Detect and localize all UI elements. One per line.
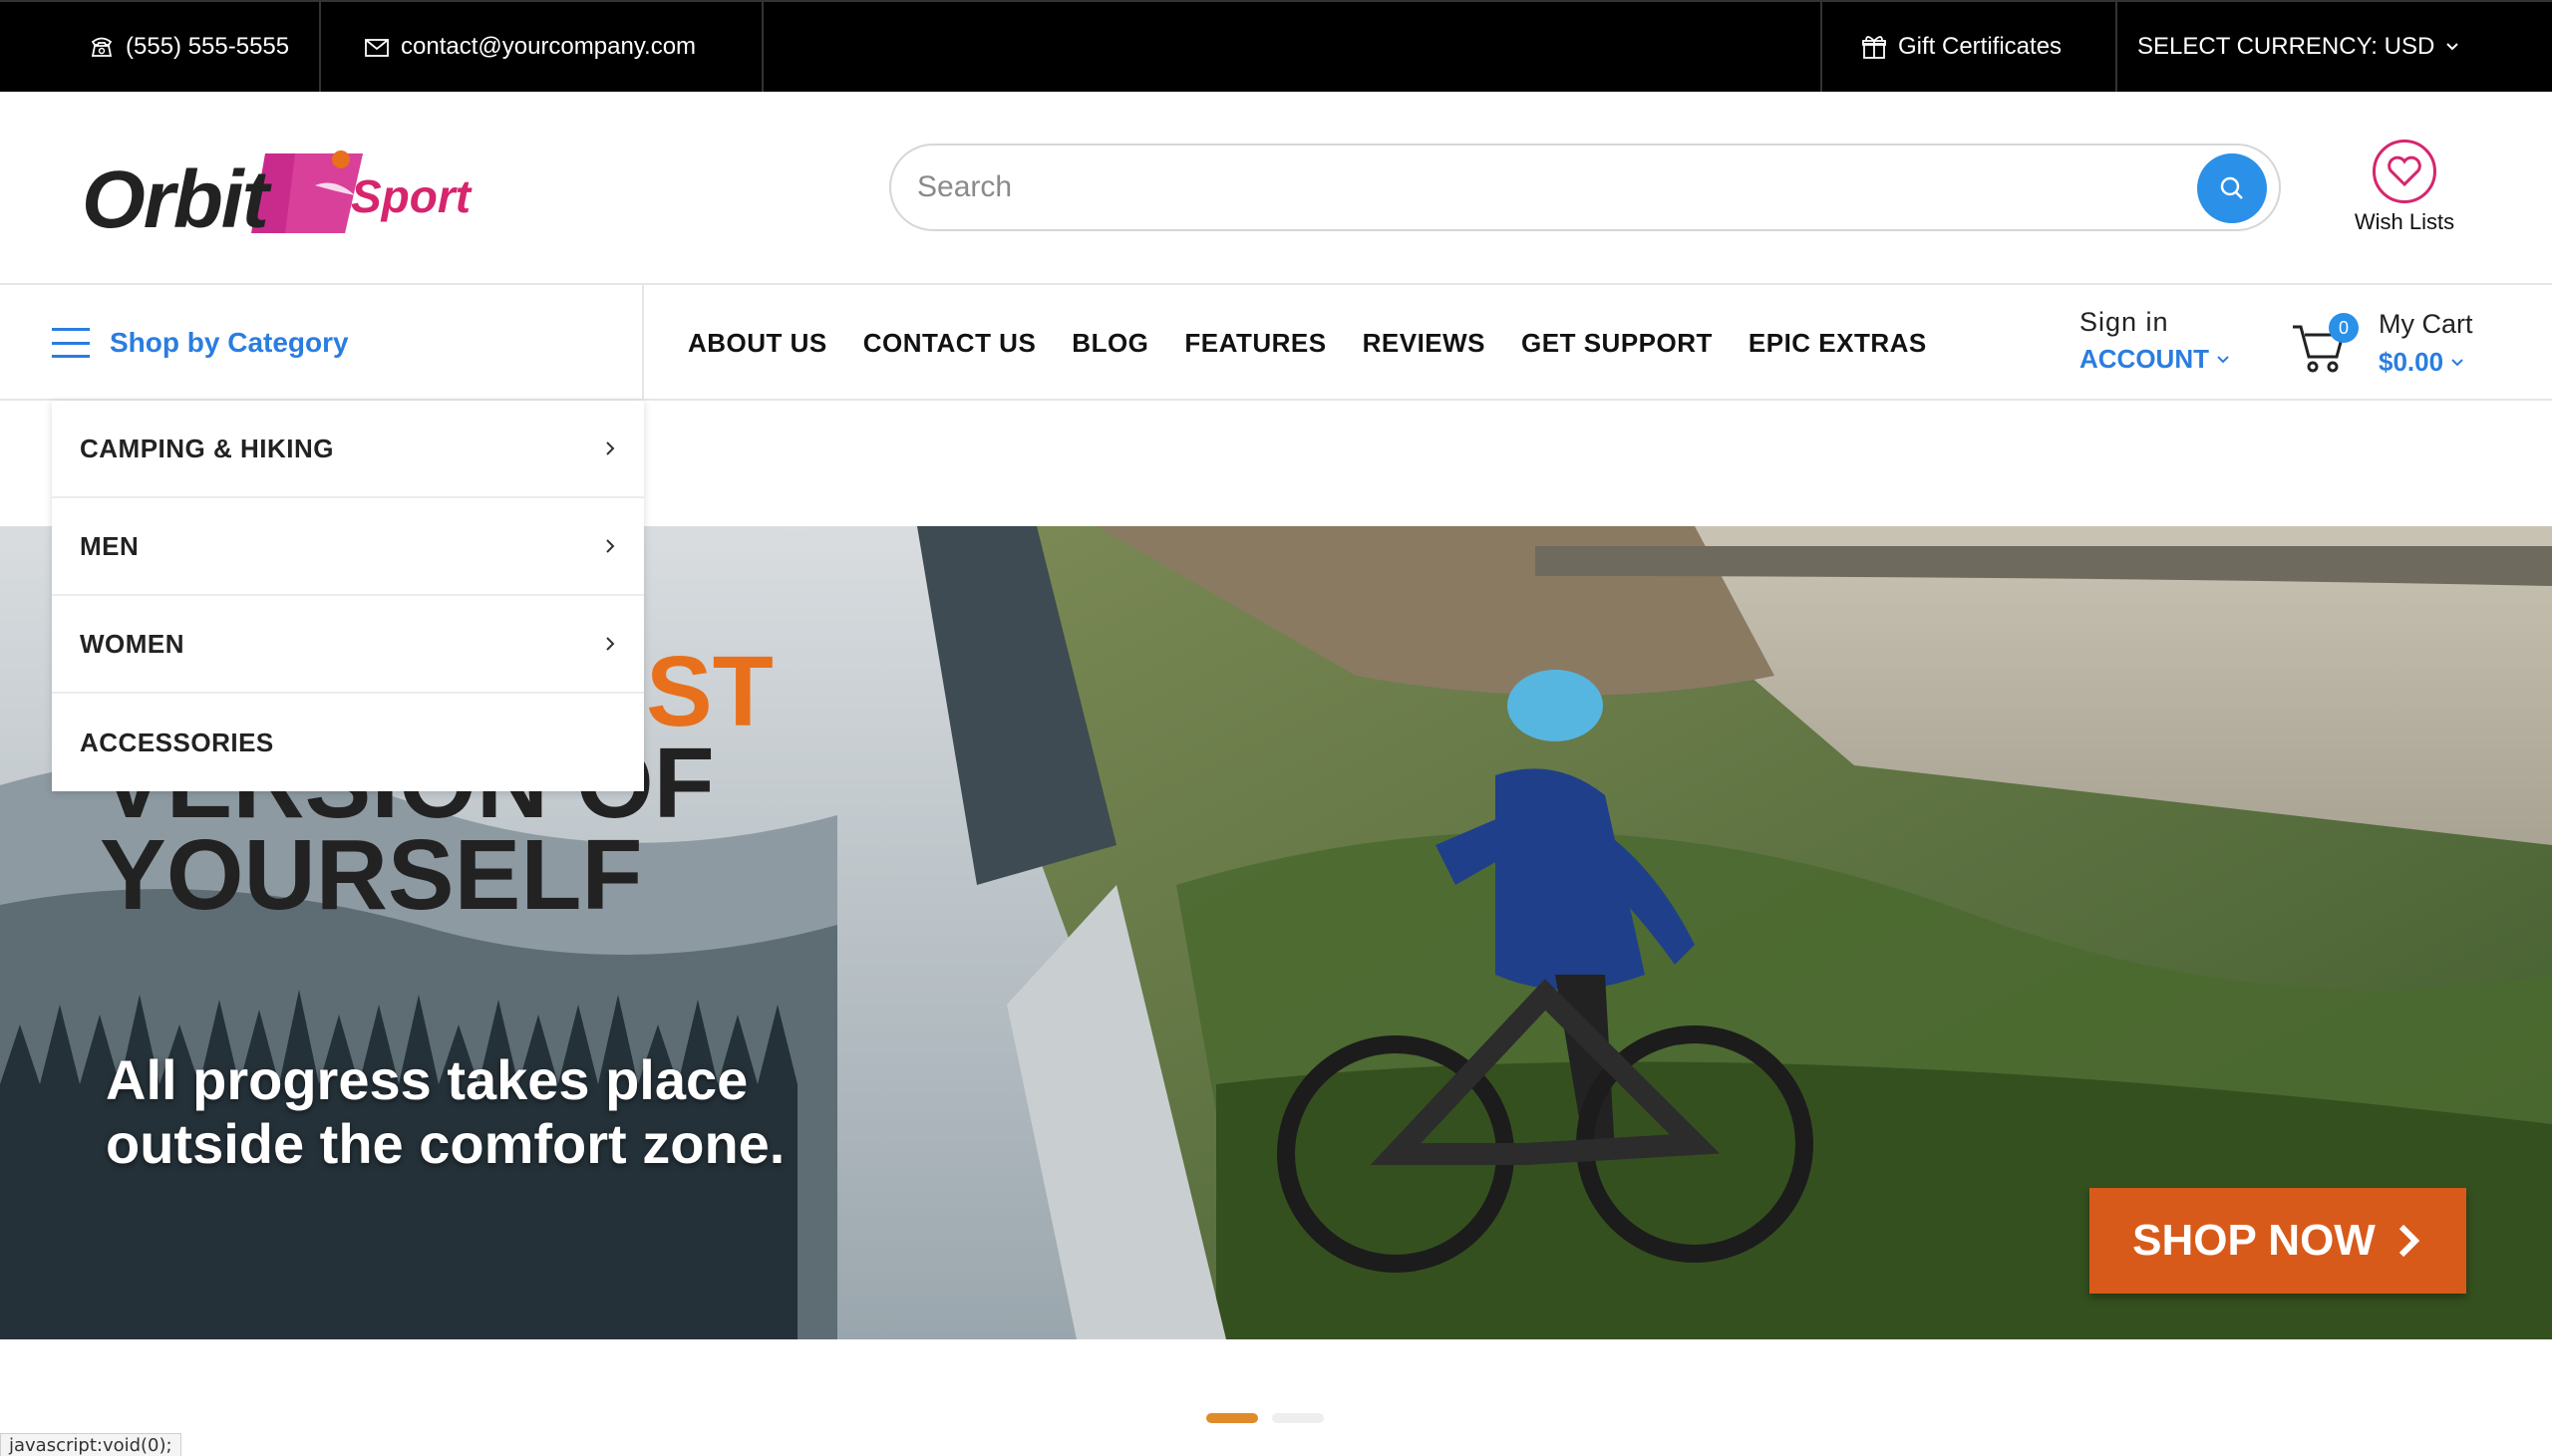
account-dropdown[interactable]: ACCOUNT [2079, 344, 2259, 375]
wishlist-label: Wish Lists [2354, 209, 2455, 234]
category-label: ACCESSORIES [80, 727, 274, 757]
phone-number: (555) 555-5555 [126, 33, 290, 60]
main-menu: ABOUT US CONTACT US BLOG FEATURES REVIEW… [688, 285, 1927, 401]
category-men[interactable]: MEN [52, 498, 644, 596]
nav-epic-extras[interactable]: EPIC EXTRAS [1749, 328, 1927, 359]
gift-certificates-link[interactable]: Gift Certificates [1822, 2, 2117, 92]
hero-subheadline: All progress takes place outside the com… [106, 1048, 785, 1176]
hero-headline-line3: YOURSELF [100, 819, 643, 931]
shop-by-category-label: Shop by Category [110, 327, 349, 358]
phone-contact[interactable]: (555) 555-5555 [0, 2, 321, 92]
wishlist-badge [2373, 140, 2436, 203]
category-label: CAMPING & HIKING [80, 433, 334, 463]
envelope-icon [365, 39, 389, 57]
category-accessories[interactable]: ACCESSORIES [52, 694, 644, 791]
shop-now-label: SHOP NOW [2132, 1216, 2376, 1265]
chevron-right-icon [2398, 1224, 2420, 1258]
hamburger-icon [52, 328, 90, 358]
slider-dot-1[interactable] [1206, 1413, 1258, 1423]
sign-in-label: Sign in [2079, 307, 2169, 337]
search-button[interactable] [2197, 153, 2267, 223]
category-label: MEN [80, 530, 140, 561]
nav-features[interactable]: FEATURES [1184, 328, 1326, 359]
logo-wordmark: Orbit [82, 154, 269, 245]
nav-blog[interactable]: BLOG [1072, 328, 1148, 359]
category-camping-hiking[interactable]: CAMPING & HIKING [52, 401, 644, 498]
chevron-right-icon [606, 539, 615, 553]
slider-pagination [1206, 1413, 1324, 1423]
heart-icon [2388, 155, 2421, 187]
cart-total[interactable]: $0.00 [2379, 347, 2465, 378]
chevron-down-icon [2446, 43, 2459, 51]
cart-widget[interactable]: 0 My Cart $0.00 [2291, 305, 2510, 381]
shop-now-button[interactable]: SHOP NOW [2089, 1188, 2466, 1294]
gift-icon [1862, 36, 1886, 59]
email-contact[interactable]: contact@yourcompany.com [321, 2, 764, 92]
nav-get-support[interactable]: GET SUPPORT [1521, 328, 1713, 359]
cart-label: My Cart [2379, 309, 2473, 339]
logo-subword: Sport [351, 170, 472, 222]
currency-label: SELECT CURRENCY: USD [2137, 33, 2435, 60]
chevron-down-icon [2451, 358, 2463, 366]
top-bar: (555) 555-5555 contact@yourcompany.com G… [0, 0, 2552, 92]
account-menu[interactable]: Sign in ACCOUNT [2079, 307, 2259, 375]
nav-about-us[interactable]: ABOUT US [688, 328, 827, 359]
phone-icon [91, 37, 113, 57]
cart-total-value: $0.00 [2379, 347, 2444, 377]
site-logo[interactable]: Orbit Sport [80, 140, 472, 249]
site-header: Orbit Sport Wish Lists [0, 92, 2552, 285]
nav-reviews[interactable]: REVIEWS [1363, 328, 1485, 359]
hero-sub-line2: outside the comfort zone. [106, 1112, 786, 1175]
category-dropdown: CAMPING & HIKING MEN WOMEN ACCESSORIES [52, 401, 644, 791]
slider-dot-2[interactable] [1272, 1413, 1324, 1423]
currency-selector[interactable]: SELECT CURRENCY: USD [2117, 2, 2552, 92]
category-women[interactable]: WOMEN [52, 596, 644, 694]
search-bar [889, 144, 2281, 231]
gift-certificates-label: Gift Certificates [1898, 33, 2063, 60]
main-nav-bar: Shop by Category ABOUT US CONTACT US BLO… [0, 285, 2552, 401]
browser-status-bar: javascript:void(0); [0, 1433, 181, 1456]
chevron-down-icon [2217, 355, 2229, 363]
hero-sub-line1: All progress takes place [106, 1048, 749, 1111]
cart-count-badge: 0 [2329, 313, 2359, 343]
chevron-right-icon [606, 441, 615, 455]
chevron-right-icon [606, 637, 615, 651]
nav-contact-us[interactable]: CONTACT US [863, 328, 1037, 359]
email-address: contact@yourcompany.com [401, 33, 697, 60]
wishlist-link[interactable]: Wish Lists [2333, 140, 2476, 249]
account-label: ACCOUNT [2079, 344, 2209, 374]
search-icon [2220, 176, 2243, 199]
shop-by-category-toggle[interactable]: Shop by Category [0, 285, 644, 401]
search-input[interactable] [917, 163, 2074, 211]
category-label: WOMEN [80, 628, 185, 659]
